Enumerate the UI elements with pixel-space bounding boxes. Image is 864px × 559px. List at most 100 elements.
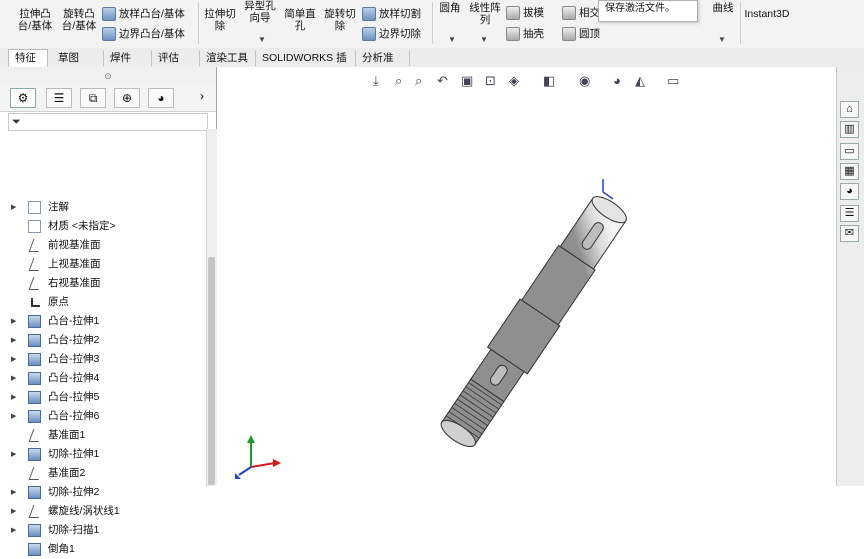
custom-properties-icon[interactable]: ☰ [840, 205, 859, 222]
feature-manager-panel: ⊙ ⚙ ☰ ⧉ ⊕ ◕ › ⏷ ▶ 注解 材质 <未指定> 前视基准面 上视基准面 右视基… [0, 67, 217, 556]
origin-icon [31, 298, 40, 307]
boundary-cut-button[interactable]: 边界切除 [362, 27, 421, 41]
tree-item-label: 原点 [48, 296, 69, 308]
helix-icon [28, 505, 44, 518]
linear-pattern-button[interactable]: 线性阵 列 [466, 2, 504, 26]
tree-item-label: 切除-拉伸1 [48, 448, 100, 460]
fillet-button[interactable]: 圆角 [436, 2, 464, 14]
instant3d-button[interactable]: Instant3D [742, 8, 792, 20]
feature-ribbon: 拉伸凸 台/基体 旋转凸 台/基体 放样凸台/基体 边界凸台/基体 拉伸切 除 … [0, 0, 864, 49]
scrollbar-thumb[interactable] [208, 257, 215, 485]
dome-button[interactable]: 圆顶 [562, 27, 600, 41]
curves-button[interactable]: 曲线 [708, 2, 738, 14]
feature-manager-tab-icon[interactable]: ⚙ [10, 88, 36, 108]
extrude-boss-button[interactable]: 拉伸凸 台/基体 [14, 8, 56, 32]
tab-weldments[interactable]: 焊件 [104, 50, 152, 66]
tree-item[interactable]: 原点 [0, 293, 206, 312]
forum-icon[interactable]: ✉ [840, 225, 859, 242]
simple-hole-button[interactable]: 简单直 孔 [280, 8, 320, 32]
expand-arrow-icon[interactable]: ▶ [11, 350, 16, 369]
intersect-button[interactable]: 相交 [562, 6, 600, 20]
appearance-tab-icon[interactable]: ◕ [148, 88, 174, 108]
tree-item[interactable]: 倒角1 [0, 540, 206, 559]
expand-arrow-icon[interactable]: ▶ [11, 388, 16, 407]
funnel-icon: ⏷ [12, 116, 21, 128]
expand-arrow-icon[interactable]: ▶ [11, 331, 16, 350]
tree-item[interactable]: ▶ 凸台-拉伸4 [0, 369, 206, 388]
configuration-manager-tab-icon[interactable]: ⧉ [80, 88, 106, 108]
tree-item[interactable]: 前视基准面 [0, 236, 206, 255]
tree-item[interactable]: ▶ 凸台-拉伸6 [0, 407, 206, 426]
chevron-right-icon[interactable]: › [200, 89, 204, 103]
file-explorer-icon[interactable]: ▭ [840, 143, 859, 160]
tree-item[interactable]: ▶ 凸台-拉伸2 [0, 331, 206, 350]
hole-wizard-label-1: 异型孔 [244, 0, 276, 12]
loft-boss-button[interactable]: 放样凸台/基体 [102, 7, 185, 21]
tree-item[interactable]: 基准面2 [0, 464, 206, 483]
plane-icon [28, 239, 44, 252]
chevron-down-icon[interactable]: ▼ [718, 35, 726, 44]
extrude-cut-label-1: 拉伸切 [204, 8, 236, 20]
tab-solidworks-addins[interactable]: SOLIDWORKS 插件 [256, 50, 356, 80]
shaft-model[interactable] [217, 67, 836, 486]
intersect-label: 相交 [579, 7, 600, 19]
revolve-boss-button[interactable]: 旋转凸 台/基体 [58, 8, 100, 32]
expand-arrow-icon[interactable]: ▶ [11, 198, 16, 217]
revolve-cut-label-2: 除 [334, 20, 346, 32]
tab-sketch[interactable]: 草图 [52, 50, 104, 66]
tree-scrollbar[interactable] [206, 129, 217, 486]
tree-item[interactable]: 右视基准面 [0, 274, 206, 293]
tree-item[interactable]: ▶ 螺旋线/涡状线1 [0, 502, 206, 521]
boss-extrude-icon [28, 334, 41, 347]
tab-render-tools[interactable]: 渲染工具 [200, 50, 256, 66]
boundary-boss-button[interactable]: 边界凸台/基体 [102, 27, 185, 41]
tab-features[interactable]: 特征 [8, 49, 48, 67]
panel-grip-icon[interactable]: ⊙ [0, 67, 216, 86]
tree-item[interactable]: 基准面1 [0, 426, 206, 445]
chevron-down-icon[interactable]: ▼ [448, 35, 456, 44]
tree-item[interactable]: ▶ 注解 [0, 198, 206, 217]
expand-arrow-icon[interactable]: ▶ [11, 445, 16, 464]
simple-hole-label-2: 孔 [294, 20, 306, 32]
tree-item[interactable]: 材质 <未指定> [0, 217, 206, 236]
tab-analysis-prep[interactable]: 分析准备 [356, 50, 410, 80]
tree-item[interactable]: ▶ 凸台-拉伸3 [0, 350, 206, 369]
tree-item-label: 凸台-拉伸3 [48, 353, 100, 365]
tree-item[interactable]: ▶ 切除-拉伸1 [0, 445, 206, 464]
revolve-cut-label-1: 旋转切 [324, 8, 356, 20]
extrude-cut-label-2: 除 [214, 20, 226, 32]
tree-item[interactable]: ▶ 切除-扫描1 [0, 521, 206, 540]
extrude-cut-button[interactable]: 拉伸切 除 [200, 8, 240, 32]
expand-arrow-icon[interactable]: ▶ [11, 521, 16, 540]
property-manager-tab-icon[interactable]: ☰ [46, 88, 72, 108]
filter-field[interactable]: ⏷ [8, 113, 208, 131]
expand-arrow-icon[interactable]: ▶ [11, 312, 16, 331]
tree-item[interactable]: 上视基准面 [0, 255, 206, 274]
revolve-cut-button[interactable]: 旋转切 除 [320, 8, 360, 32]
hole-wizard-button[interactable]: 异型孔 向导 [240, 0, 280, 24]
appearances-icon[interactable]: ◕ [840, 183, 859, 200]
view-palette-icon[interactable]: ▦ [840, 163, 859, 180]
tree-item-label: 倒角1 [48, 543, 75, 555]
command-manager-tabs: 特征 草图 焊件 评估 渲染工具 SOLIDWORKS 插件 分析准备 ◫ ◫ … [0, 48, 864, 111]
draft-icon [506, 6, 520, 20]
design-library-icon[interactable]: ▥ [840, 121, 859, 138]
revolve-boss-label-1: 旋转凸 [63, 8, 95, 20]
chevron-down-icon[interactable]: ▼ [258, 35, 266, 44]
tab-evaluate[interactable]: 评估 [152, 50, 200, 66]
plane-icon [28, 258, 44, 271]
shell-button[interactable]: 抽壳 [506, 27, 544, 41]
dome-label: 圆顶 [579, 28, 600, 40]
graphics-area[interactable]: ⤓ ⌕ ⌕ ↶ ▣ ⊡ ◈ ◧ ◉ ◕ ◭ ▭ [217, 67, 836, 486]
expand-arrow-icon[interactable]: ▶ [11, 369, 16, 388]
tree-item[interactable]: ▶ 凸台-拉伸1 [0, 312, 206, 331]
loft-cut-button[interactable]: 放样切割 [362, 7, 421, 21]
tree-item[interactable]: ▶ 凸台-拉伸5 [0, 388, 206, 407]
manager-tabs: ⚙ ☰ ⧉ ⊕ ◕ › [0, 85, 216, 112]
expand-arrow-icon[interactable]: ▶ [11, 502, 16, 521]
draft-button[interactable]: 拔模 [506, 6, 544, 20]
chevron-down-icon[interactable]: ▼ [480, 35, 488, 44]
expand-arrow-icon[interactable]: ▶ [11, 407, 16, 426]
dimxpert-tab-icon[interactable]: ⊕ [114, 88, 140, 108]
home-icon[interactable]: ⌂ [840, 101, 859, 118]
